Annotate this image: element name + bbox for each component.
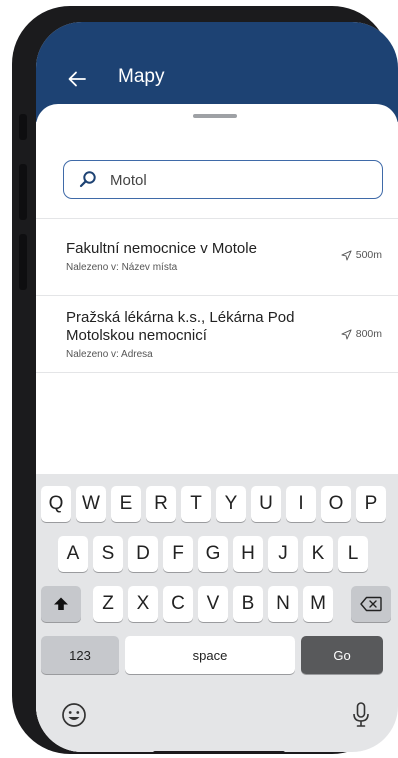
shift-key[interactable] <box>41 586 81 622</box>
key-b[interactable]: B <box>233 586 263 622</box>
result-distance: 800m <box>341 328 382 340</box>
search-icon <box>79 171 96 188</box>
search-input[interactable] <box>110 167 370 193</box>
result-subtitle: Nalezeno v: Název místa <box>66 262 178 273</box>
key-i[interactable]: I <box>286 486 316 522</box>
key-n[interactable]: N <box>268 586 298 622</box>
backspace-icon <box>360 596 382 612</box>
key-q[interactable]: Q <box>41 486 71 522</box>
result-distance: 500m <box>341 249 382 261</box>
key-m[interactable]: M <box>303 586 333 622</box>
list-item[interactable]: Fakultní nemocnice v Motole Nalezeno v: … <box>36 218 398 295</box>
key-a[interactable]: A <box>58 536 88 572</box>
emoji-icon[interactable] <box>60 701 88 729</box>
distance-value: 800m <box>355 328 382 340</box>
app-title: Mapy <box>118 66 165 87</box>
key-v[interactable]: V <box>198 586 228 622</box>
space-key[interactable]: space <box>125 636 295 674</box>
key-o[interactable]: O <box>321 486 351 522</box>
backspace-key[interactable] <box>351 586 391 622</box>
key-p[interactable]: P <box>356 486 386 522</box>
search-box[interactable] <box>63 160 383 199</box>
volume-down-button <box>19 234 27 290</box>
key-x[interactable]: X <box>128 586 158 622</box>
results-list: Fakultní nemocnice v Motole Nalezeno v: … <box>36 218 398 373</box>
home-indicator[interactable] <box>153 751 285 752</box>
key-c[interactable]: C <box>163 586 193 622</box>
key-s[interactable]: S <box>93 536 123 572</box>
list-item[interactable]: Pražská lékárna k.s., Lékárna Pod Motols… <box>36 295 398 373</box>
key-e[interactable]: E <box>111 486 141 522</box>
keyboard: Q W E R T Y U I O P A S D F G H J K L Z … <box>36 474 398 752</box>
key-l[interactable]: L <box>338 536 368 572</box>
key-t[interactable]: T <box>181 486 211 522</box>
volume-up-button <box>19 164 27 220</box>
key-u[interactable]: U <box>251 486 281 522</box>
go-key[interactable]: Go <box>301 636 383 674</box>
navigation-arrow-icon <box>341 249 352 261</box>
shift-icon <box>54 597 68 610</box>
key-h[interactable]: H <box>233 536 263 572</box>
key-f[interactable]: F <box>163 536 193 572</box>
arrow-left-icon[interactable] <box>66 68 88 90</box>
key-g[interactable]: G <box>198 536 228 572</box>
key-y[interactable]: Y <box>216 486 246 522</box>
microphone-icon[interactable] <box>351 701 371 729</box>
key-j[interactable]: J <box>268 536 298 572</box>
result-title: Pražská lékárna k.s., Lékárna Pod Motols… <box>66 309 295 344</box>
key-k[interactable]: K <box>303 536 333 572</box>
key-z[interactable]: Z <box>93 586 123 622</box>
drag-handle[interactable] <box>193 114 237 118</box>
navigation-arrow-icon <box>341 328 352 340</box>
side-button <box>19 114 27 140</box>
result-subtitle: Nalezeno v: Adresa <box>66 349 153 360</box>
key-r[interactable]: R <box>146 486 176 522</box>
screen: Mapy Fakultní nemocnice v Motole Nalezen… <box>36 22 398 752</box>
phone-frame: Mapy Fakultní nemocnice v Motole Nalezen… <box>12 6 398 754</box>
result-title: Fakultní nemocnice v Motole <box>66 240 257 257</box>
key-w[interactable]: W <box>76 486 106 522</box>
numbers-key[interactable]: 123 <box>41 636 119 674</box>
distance-value: 500m <box>355 249 382 261</box>
key-d[interactable]: D <box>128 536 158 572</box>
